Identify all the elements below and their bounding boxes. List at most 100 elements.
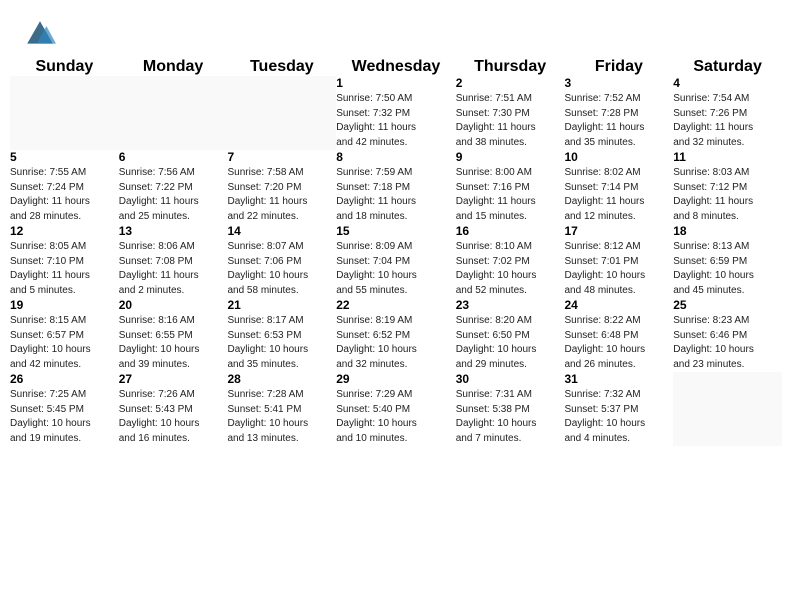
day-info: Sunrise: 7:25 AM Sunset: 5:45 PM Dayligh…	[10, 388, 119, 446]
calendar-cell: 24Sunrise: 8:22 AM Sunset: 6:48 PM Dayli…	[564, 298, 673, 372]
day-number: 14	[227, 224, 336, 238]
day-info: Sunrise: 7:55 AM Sunset: 7:24 PM Dayligh…	[10, 166, 119, 224]
day-number: 6	[119, 150, 228, 164]
calendar-cell: 3 Sunrise: 7:52 AM Sunset: 7:28 PM Daylig…	[564, 76, 673, 150]
calendar-week-3: 12 Sunrise: 8:05 AM Sunset: 7:10 PM Dayli…	[10, 224, 782, 298]
day-number: 4	[673, 76, 782, 90]
calendar-cell	[10, 76, 119, 150]
day-number: 27	[119, 372, 228, 386]
calendar-cell: 28 Sunrise: 7:28 AM Sunset: 5:41 PM Dayli…	[227, 372, 336, 446]
calendar-cell: 27 Sunrise: 7:26 AM Sunset: 5:43 PM Dayli…	[119, 372, 228, 446]
calendar-week-1: 1 Sunrise: 7:50 AM Sunset: 7:32 PM Daylig…	[10, 76, 782, 150]
day-info: Sunrise: 7:28 AM Sunset: 5:41 PM Dayligh…	[227, 388, 336, 446]
calendar-cell: 25 Sunrise: 8:23 AM Sunset: 6:46 PM Dayli…	[673, 298, 782, 372]
day-info: Sunrise: 8:03 AM Sunset: 7:12 PM Dayligh…	[673, 166, 782, 224]
day-number: 25	[673, 298, 782, 312]
calendar-cell: 21 Sunrise: 8:17 AM Sunset: 6:53 PM Dayli…	[227, 298, 336, 372]
day-number: 12	[10, 224, 119, 238]
day-info: Sunrise: 8:00 AM Sunset: 7:16 PM Dayligh…	[456, 166, 565, 224]
day-info: Sunrise: 7:50 AM Sunset: 7:32 PM Dayligh…	[336, 92, 456, 150]
day-info: Sunrise: 8:10 AM Sunset: 7:02 PM Dayligh…	[456, 240, 565, 298]
calendar-cell: 15 Sunrise: 8:09 AM Sunset: 7:04 PM Dayli…	[336, 224, 456, 298]
calendar-cell: 6 Sunrise: 7:56 AM Sunset: 7:22 PM Daylig…	[119, 150, 228, 224]
day-number: 13	[119, 224, 228, 238]
calendar-cell: 22 Sunrise: 8:19 AM Sunset: 6:52 PM Dayli…	[336, 298, 456, 372]
calendar-cell: 23Sunrise: 8:20 AM Sunset: 6:50 PM Dayli…	[456, 298, 565, 372]
calendar-cell: 31 Sunrise: 7:32 AM Sunset: 5:37 PM Dayli…	[564, 372, 673, 446]
day-info: Sunrise: 8:07 AM Sunset: 7:06 PM Dayligh…	[227, 240, 336, 298]
day-number: 10	[564, 150, 673, 164]
calendar-cell	[673, 372, 782, 446]
calendar-cell: 26 Sunrise: 7:25 AM Sunset: 5:45 PM Dayli…	[10, 372, 119, 446]
day-info: Sunrise: 8:17 AM Sunset: 6:53 PM Dayligh…	[227, 314, 336, 372]
day-number: 17	[564, 224, 673, 238]
day-number: 26	[10, 372, 119, 386]
calendar-cell: 14 Sunrise: 8:07 AM Sunset: 7:06 PM Dayli…	[227, 224, 336, 298]
day-info: Sunrise: 7:58 AM Sunset: 7:20 PM Dayligh…	[227, 166, 336, 224]
day-number: 18	[673, 224, 782, 238]
day-info: Sunrise: 8:23 AM Sunset: 6:46 PM Dayligh…	[673, 314, 782, 372]
day-info: Sunrise: 7:56 AM Sunset: 7:22 PM Dayligh…	[119, 166, 228, 224]
day-info: Sunrise: 7:59 AM Sunset: 7:18 PM Dayligh…	[336, 166, 456, 224]
day-info: Sunrise: 7:52 AM Sunset: 7:28 PM Dayligh…	[564, 92, 673, 150]
day-number: 1	[336, 76, 456, 90]
calendar-table: SundayMondayTuesdayWednesdayThursdayFrid…	[10, 58, 782, 446]
day-number: 8	[336, 150, 456, 164]
calendar-week-4: 19Sunrise: 8:15 AM Sunset: 6:57 PM Dayli…	[10, 298, 782, 372]
day-info: Sunrise: 8:02 AM Sunset: 7:14 PM Dayligh…	[564, 166, 673, 224]
day-number: 21	[227, 298, 336, 312]
day-number: 19	[10, 298, 119, 312]
day-number: 9	[456, 150, 565, 164]
calendar-cell: 18 Sunrise: 8:13 AM Sunset: 6:59 PM Dayli…	[673, 224, 782, 298]
calendar-cell: 9 Sunrise: 8:00 AM Sunset: 7:16 PM Daylig…	[456, 150, 565, 224]
calendar-cell: 8 Sunrise: 7:59 AM Sunset: 7:18 PM Daylig…	[336, 150, 456, 224]
day-info: Sunrise: 8:12 AM Sunset: 7:01 PM Dayligh…	[564, 240, 673, 298]
day-number: 31	[564, 372, 673, 386]
calendar-cell: 1 Sunrise: 7:50 AM Sunset: 7:32 PM Daylig…	[336, 76, 456, 150]
day-number: 23	[456, 298, 565, 312]
day-number: 20	[119, 298, 228, 312]
day-info: Sunrise: 7:54 AM Sunset: 7:26 PM Dayligh…	[673, 92, 782, 150]
calendar-cell: 7 Sunrise: 7:58 AM Sunset: 7:20 PM Daylig…	[227, 150, 336, 224]
day-number: 15	[336, 224, 456, 238]
calendar-cell: 13 Sunrise: 8:06 AM Sunset: 7:08 PM Dayli…	[119, 224, 228, 298]
day-info: Sunrise: 7:29 AM Sunset: 5:40 PM Dayligh…	[336, 388, 456, 446]
day-info: Sunrise: 8:09 AM Sunset: 7:04 PM Dayligh…	[336, 240, 456, 298]
day-info: Sunrise: 7:31 AM Sunset: 5:38 PM Dayligh…	[456, 388, 565, 446]
calendar-wrapper: SundayMondayTuesdayWednesdayThursdayFrid…	[0, 58, 792, 456]
calendar-cell: 4 Sunrise: 7:54 AM Sunset: 7:26 PM Daylig…	[673, 76, 782, 150]
logo-icon	[24, 18, 56, 50]
day-info: Sunrise: 8:19 AM Sunset: 6:52 PM Dayligh…	[336, 314, 456, 372]
day-info: Sunrise: 7:26 AM Sunset: 5:43 PM Dayligh…	[119, 388, 228, 446]
day-info: Sunrise: 8:05 AM Sunset: 7:10 PM Dayligh…	[10, 240, 119, 298]
col-header-tuesday: Tuesday	[227, 58, 336, 76]
calendar-header-row: SundayMondayTuesdayWednesdayThursdayFrid…	[10, 58, 782, 76]
calendar-cell: 2Sunrise: 7:51 AM Sunset: 7:30 PM Daylig…	[456, 76, 565, 150]
day-info: Sunrise: 8:13 AM Sunset: 6:59 PM Dayligh…	[673, 240, 782, 298]
calendar-week-5: 26 Sunrise: 7:25 AM Sunset: 5:45 PM Dayli…	[10, 372, 782, 446]
day-number: 29	[336, 372, 456, 386]
col-header-wednesday: Wednesday	[336, 58, 456, 76]
calendar-cell: 10 Sunrise: 8:02 AM Sunset: 7:14 PM Dayli…	[564, 150, 673, 224]
calendar-cell: 29 Sunrise: 7:29 AM Sunset: 5:40 PM Dayli…	[336, 372, 456, 446]
day-number: 11	[673, 150, 782, 164]
day-number: 7	[227, 150, 336, 164]
day-number: 3	[564, 76, 673, 90]
day-number: 28	[227, 372, 336, 386]
col-header-friday: Friday	[564, 58, 673, 76]
day-info: Sunrise: 7:32 AM Sunset: 5:37 PM Dayligh…	[564, 388, 673, 446]
col-header-monday: Monday	[119, 58, 228, 76]
day-info: Sunrise: 8:22 AM Sunset: 6:48 PM Dayligh…	[564, 314, 673, 372]
day-number: 30	[456, 372, 565, 386]
col-header-thursday: Thursday	[456, 58, 565, 76]
col-header-saturday: Saturday	[673, 58, 782, 76]
calendar-week-2: 5 Sunrise: 7:55 AM Sunset: 7:24 PM Daylig…	[10, 150, 782, 224]
day-number: 5	[10, 150, 119, 164]
day-info: Sunrise: 8:06 AM Sunset: 7:08 PM Dayligh…	[119, 240, 228, 298]
calendar-cell: 16Sunrise: 8:10 AM Sunset: 7:02 PM Dayli…	[456, 224, 565, 298]
calendar-cell: 30 Sunrise: 7:31 AM Sunset: 5:38 PM Dayli…	[456, 372, 565, 446]
col-header-sunday: Sunday	[10, 58, 119, 76]
day-number: 22	[336, 298, 456, 312]
day-info: Sunrise: 8:16 AM Sunset: 6:55 PM Dayligh…	[119, 314, 228, 372]
calendar-cell: 12 Sunrise: 8:05 AM Sunset: 7:10 PM Dayli…	[10, 224, 119, 298]
